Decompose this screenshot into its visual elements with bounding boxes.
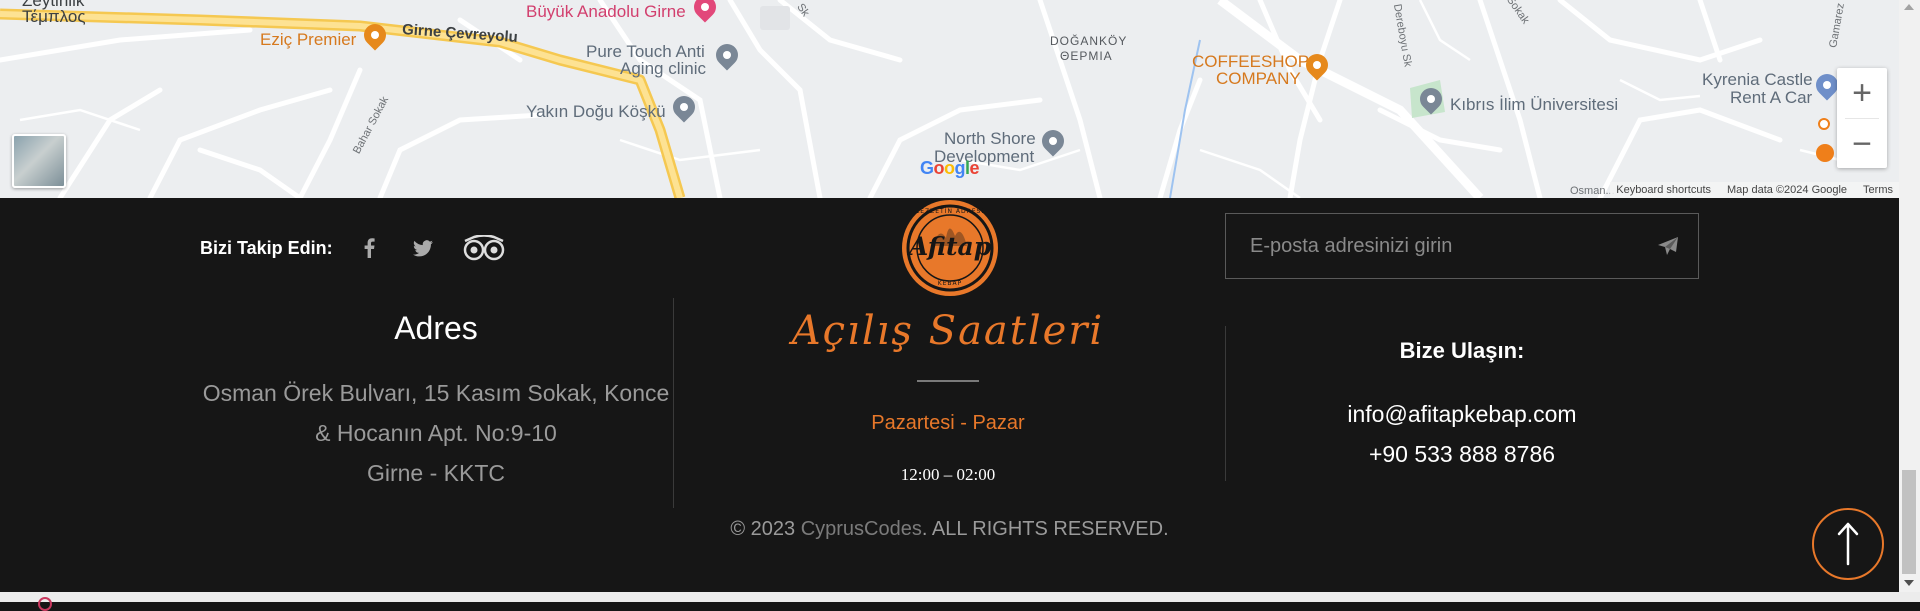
logo-top-text: LEZZETİN ADRESİ (915, 208, 985, 215)
email-input[interactable] (1226, 233, 1638, 259)
opening-days: Pazartesi - Pazar (871, 412, 1025, 434)
site-footer: Bizi Takip Edin: LEZZETİN ADRESİ Afitap (0, 198, 1899, 592)
page-scrollbar[interactable] (1899, 0, 1920, 592)
facebook-icon[interactable] (353, 232, 385, 264)
address-line-2: & Hocanın Apt. No:9-10 (315, 420, 557, 446)
terms-link[interactable]: Terms (1863, 184, 1893, 196)
map-label-pure-touch-1[interactable]: Pure Touch Anti (586, 43, 705, 60)
opening-hours-section: Açılış Saatleri Pazartesi - Pazar 12:00 … (672, 308, 1224, 485)
map-label-kyrenia-castle-1[interactable]: Kyrenia Castle (1702, 71, 1813, 88)
map-data-text: Map data ©2024 Google (1727, 184, 1848, 196)
paper-plane-icon (1658, 237, 1678, 255)
contact-title: Bize Ulaşın: (1399, 338, 1525, 363)
location-marker-icon[interactable] (1818, 118, 1830, 130)
map-label-pure-touch-2[interactable]: Aging clinic (620, 60, 706, 77)
cypruscodes-link[interactable]: CyprusCodes (801, 518, 922, 540)
zoom-out-button[interactable]: − (1837, 119, 1887, 169)
map-label-kyrenia-castle-2[interactable]: Rent A Car (1730, 89, 1812, 106)
send-button[interactable] (1638, 214, 1698, 278)
copyright-suffix: . ALL RIGHTS RESERVED. (921, 518, 1169, 540)
logo-bottom-text: KEBAP (937, 280, 963, 287)
map-label-yakin-dogu[interactable]: Yakın Doğu Köşkü (526, 103, 666, 120)
tripadvisor-icon[interactable] (461, 232, 507, 264)
social-follow: Bizi Takip Edin: (200, 232, 529, 264)
map-label-coffeeshop-1[interactable]: COFFEESHOP (1192, 53, 1309, 70)
contact-section: Bize Ulaşın: info@afitapkebap.com +90 53… (1225, 338, 1699, 474)
twitter-icon[interactable] (407, 232, 439, 264)
address-title: Adres (394, 310, 478, 346)
google-map[interactable]: Ζeytinlik Τέμπλος Eziç Premier Girne Çev… (0, 0, 1899, 198)
scroll-up-arrow-icon[interactable] (1904, 4, 1914, 10)
map-label-thermia: ΘΕΡΜΙΑ (1060, 49, 1113, 63)
contact-phone-link[interactable]: +90 533 888 8786 (1225, 434, 1699, 474)
bottom-bar (0, 592, 1920, 602)
zoom-control: + − (1837, 68, 1887, 168)
zoom-in-button[interactable]: + (1837, 68, 1887, 118)
google-logo: Google (920, 158, 980, 178)
hours-divider (917, 380, 979, 382)
afitap-logo[interactable]: LEZZETİN ADRESİ Afitap KEBAP (899, 198, 1001, 298)
address-section: Adres Osman Örek Bulvarı, 15 Kasım Sokak… (200, 310, 672, 493)
newsletter-form (1225, 213, 1699, 279)
scrollbar-thumb[interactable] (1902, 470, 1916, 574)
map-label-kibris-ilim[interactable]: Kıbrıs İlim Üniversitesi (1450, 96, 1618, 113)
arrow-up-icon (1837, 522, 1859, 566)
keyboard-shortcuts-link[interactable]: Keyboard shortcuts (1616, 184, 1711, 196)
follow-label: Bizi Takip Edin: (200, 237, 333, 258)
map-label-coffeeshop-2[interactable]: COMPANY (1216, 70, 1301, 87)
contact-email-link[interactable]: info@afitapkebap.com (1225, 394, 1699, 434)
map-label-north-shore-1[interactable]: North Shore (944, 130, 1036, 147)
map-attribution: Keyboard shortcuts Map data ©2024 Google… (1610, 182, 1899, 198)
opening-hours-title: Açılış Saatleri (791, 308, 1105, 354)
copyright-prefix: © 2023 (730, 518, 801, 540)
address-line-3: Girne - KKTC (366, 460, 506, 486)
location-dot-icon[interactable] (1816, 144, 1834, 162)
opening-time: 12:00 – 02:00 (900, 465, 996, 484)
map-label-ezic-premier[interactable]: Eziç Premier (260, 31, 356, 48)
scroll-to-top-button[interactable] (1812, 508, 1884, 580)
address-line-1: Osman Örek Bulvarı, 15 Kasım Sokak, Konc… (202, 380, 670, 406)
map-label-buyuk-anadolu[interactable]: Büyük Anadolu Girne (526, 3, 686, 20)
satellite-toggle-button[interactable] (12, 134, 66, 188)
map-label-templos: Τέμπλος (22, 7, 86, 26)
map-label-doganko: DOĞANKÖY (1050, 34, 1128, 48)
street-label-osman: Osman... (1570, 185, 1615, 197)
logo-name: Afitap (908, 232, 992, 261)
scroll-down-arrow-icon[interactable] (1904, 580, 1914, 586)
copyright: © 2023 CyprusCodes. ALL RIGHTS RESERVED. (0, 518, 1899, 541)
status-dot-icon (38, 597, 52, 611)
address-text: Osman Örek Bulvarı, 15 Kasım Sokak, Konc… (200, 373, 672, 493)
